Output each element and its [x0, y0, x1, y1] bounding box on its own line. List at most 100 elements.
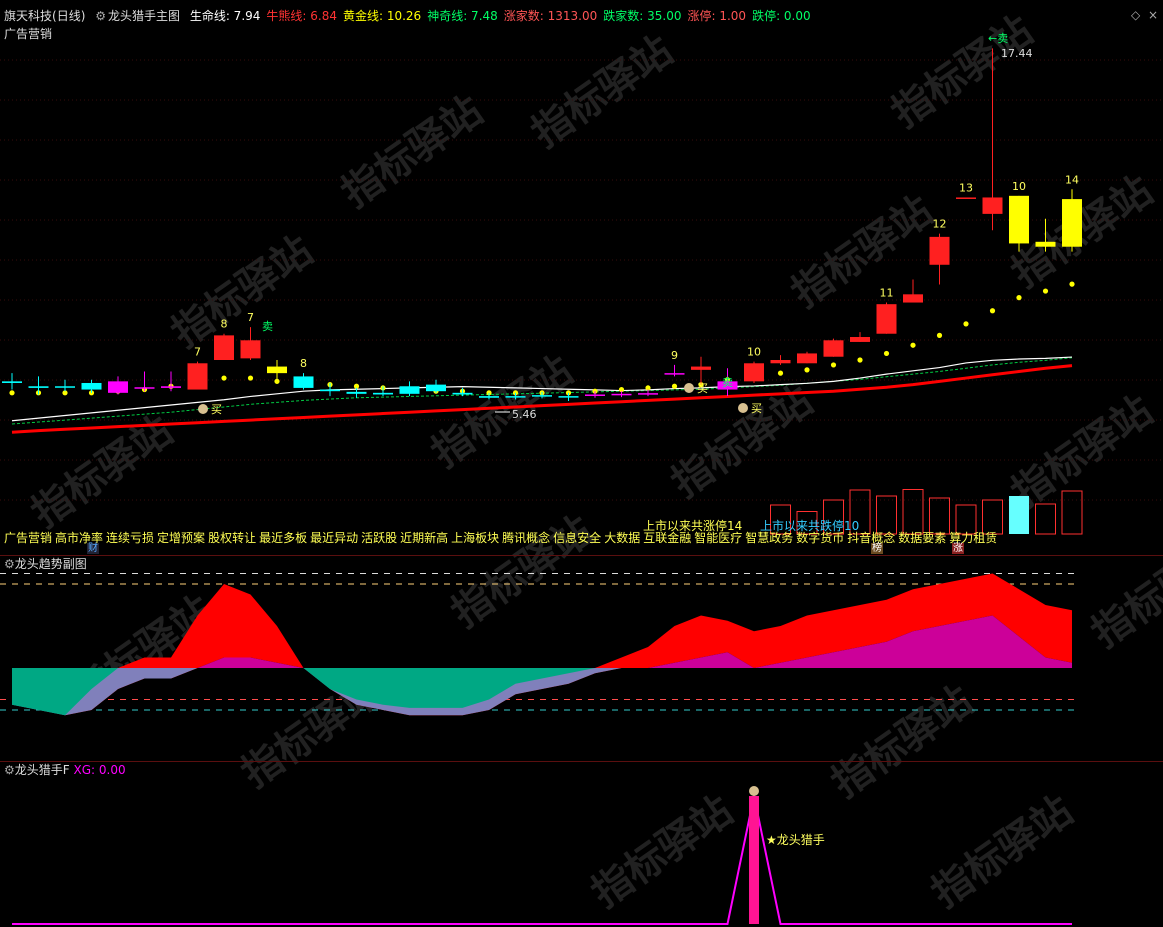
- candle-count-9: 7: [247, 311, 254, 324]
- concept-tag-18[interactable]: 数据要素: [898, 531, 946, 545]
- candle-body-36: [956, 197, 976, 199]
- concept-tag-3[interactable]: 定增预案: [157, 531, 205, 545]
- candle-count-8: 8: [221, 318, 228, 331]
- sell-label-0: 卖: [262, 320, 273, 333]
- candle-body-18: [479, 396, 499, 398]
- gold-dot-34: [910, 342, 916, 348]
- gold-dot-32: [857, 357, 863, 363]
- candle-body-5: [134, 387, 155, 389]
- buy-label-2: 买: [751, 402, 762, 415]
- sub2-gear-icon[interactable]: ⚙: [4, 763, 15, 777]
- gold-dot-36: [963, 321, 969, 327]
- candle-count-7: 7: [194, 346, 201, 359]
- buy-marker-icon-0: [198, 404, 208, 414]
- gold-dot-8: [221, 375, 227, 381]
- gold-dot-30: [804, 367, 810, 373]
- badge-zhang[interactable]: 涨: [952, 543, 964, 554]
- gold-dot-40: [1069, 281, 1075, 287]
- concept-tag-8[interactable]: 近期新高: [400, 531, 448, 545]
- chart-canvas: 78789 10111213 1014←卖17.445.46买买买卖卖★龙头猎手: [0, 32, 1163, 925]
- candle-body-1: [28, 386, 49, 388]
- candle-body-19: [505, 396, 526, 398]
- candle-count-28: 10: [747, 346, 761, 359]
- candle-body-40: [1062, 199, 1082, 247]
- concept-tag-9[interactable]: 上海板块: [451, 531, 499, 545]
- candle-body-25: [664, 373, 685, 375]
- concept-tag-12[interactable]: 大数据: [604, 531, 640, 545]
- candle-body-16: [426, 384, 446, 392]
- candle-body-26: [691, 366, 711, 370]
- concept-tag-2[interactable]: 连续亏损: [106, 531, 154, 545]
- candle-count-25: 9: [671, 349, 678, 362]
- volume-bar-39: [1035, 503, 1056, 535]
- gold-dot-33: [883, 350, 890, 357]
- gold-dot-39: [1042, 288, 1049, 294]
- gold-dot-38: [1016, 295, 1022, 301]
- candle-body-6: [161, 386, 181, 388]
- concept-tag-10[interactable]: 腾讯概念: [502, 531, 550, 545]
- gold-dot-9: [247, 375, 254, 381]
- candle-body-22: [585, 394, 605, 396]
- concept-tag-13[interactable]: 互联金融: [643, 531, 691, 545]
- concept-tag-4[interactable]: 股权转让: [208, 531, 256, 545]
- gold-dot-31: [830, 362, 837, 368]
- concept-tag-16[interactable]: 数字货币: [796, 531, 844, 545]
- volume-bar-34: [902, 489, 924, 535]
- sub2-title: ⚙龙头猎手F XG: 0.00: [4, 763, 126, 777]
- high-price-label: 17.44: [1001, 47, 1033, 60]
- buy-marker-icon-1: [684, 383, 694, 393]
- candle-body-7: [187, 363, 208, 390]
- sub1-title-text: 龙头趋势副图: [14, 557, 87, 571]
- separator-1[interactable]: [0, 555, 1163, 556]
- candle-body-3: [81, 382, 102, 390]
- gold-dot-0: [9, 390, 15, 396]
- candle-body-32: [850, 337, 870, 342]
- candle-body-10: [267, 366, 287, 374]
- candle-body-37: [982, 197, 1003, 214]
- sub1-title: ⚙龙头趋势副图: [4, 557, 87, 571]
- candle-body-24: [638, 393, 658, 395]
- concept-tag-15[interactable]: 智慧政务: [745, 531, 793, 545]
- candle-count-40: 14: [1065, 173, 1079, 186]
- concept-tag-14[interactable]: 智能医疗: [694, 531, 742, 545]
- badge-cai[interactable]: 财: [87, 543, 99, 554]
- candle-body-14: [373, 392, 393, 395]
- candle-body-17: [452, 392, 473, 395]
- candle-body-13: [346, 391, 367, 394]
- candle-body-31: [823, 340, 844, 357]
- sell-top-label: ←卖: [988, 32, 1008, 45]
- separator-2[interactable]: [0, 761, 1163, 762]
- candle-count-36: 13: [959, 181, 973, 194]
- candle-body-9: [240, 340, 261, 359]
- concept-tag-7[interactable]: 活跃股: [361, 531, 397, 545]
- concept-tag-6[interactable]: 最近异动: [310, 531, 358, 545]
- candle-body-34: [903, 294, 923, 303]
- candle-body-2: [55, 386, 75, 388]
- candle-body-35: [929, 236, 950, 265]
- dragon-hunter-label-28: ★龙头猎手: [766, 833, 825, 847]
- sell-label-1: 卖: [722, 376, 733, 389]
- sub1-gear-icon[interactable]: ⚙: [4, 557, 15, 571]
- concept-tag-11[interactable]: 信息安全: [553, 531, 601, 545]
- candle-body-15: [399, 386, 420, 394]
- candle-body-8: [214, 335, 234, 360]
- gold-dot-35: [936, 332, 943, 338]
- candle-count-11: 8: [300, 357, 307, 370]
- badge-bang[interactable]: 榜: [871, 543, 883, 554]
- candle-body-38: [1009, 195, 1029, 244]
- sub2-readout-value: 0.00: [98, 763, 126, 777]
- candle-count-35: 12: [933, 218, 947, 231]
- candle-body-21: [558, 396, 579, 398]
- down-limit-note: 上市以来共跌停10: [760, 519, 860, 533]
- sub2-signal-line: [12, 795, 1072, 925]
- candle-body-33: [876, 304, 897, 334]
- candle-body-4: [108, 381, 128, 393]
- volume-bar-38: [1009, 496, 1029, 534]
- concept-tag-5[interactable]: 最近多板: [259, 531, 307, 545]
- volume-bar-40: [1061, 490, 1083, 535]
- buy-label-0: 买: [211, 403, 222, 416]
- buy-marker-icon-2: [738, 403, 748, 413]
- candle-body-23: [611, 393, 632, 396]
- gold-dot-25: [671, 383, 678, 389]
- concept-tag-0[interactable]: 广告营销: [4, 531, 52, 545]
